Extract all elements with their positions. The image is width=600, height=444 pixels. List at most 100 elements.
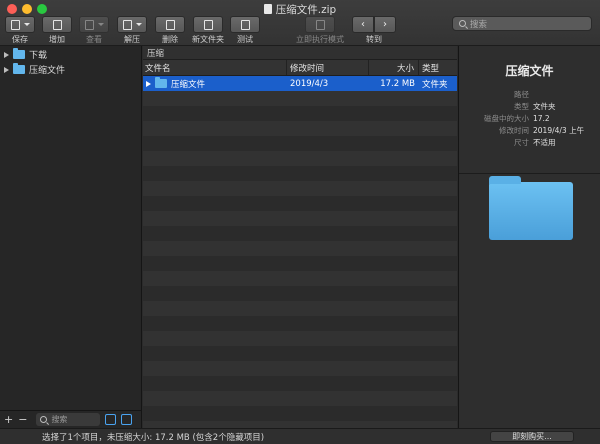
disclosure-triangle-icon[interactable]	[146, 80, 151, 87]
info-key: 磁盘中的大小	[484, 114, 529, 123]
search-icon	[459, 20, 466, 27]
extract-tool[interactable]: 解压	[116, 16, 148, 45]
delete-tool[interactable]: 删除	[154, 16, 186, 45]
row-modified: 2019/4/3	[290, 78, 329, 89]
new-folder-button[interactable]	[193, 16, 223, 33]
delete-label: 删除	[162, 35, 178, 44]
info-details: 压缩文件 路径 类型 文件夹 磁盘中的大小 17.2 修改时间 2019/4/3 上午…	[459, 62, 600, 174]
extract-label: 解压	[124, 35, 140, 44]
toolbar-search-input[interactable]: 搜索	[452, 16, 592, 31]
archive-toggle-icon[interactable]	[105, 414, 117, 425]
column-header: 文件名 修改时间 大小 类型	[143, 60, 457, 76]
view-tool[interactable]: 查看	[78, 16, 110, 45]
column-size[interactable]: 大小	[369, 60, 419, 75]
info-key: 尺寸	[514, 138, 529, 147]
chevron-down-icon	[97, 23, 104, 26]
goto-label: 转到	[366, 35, 382, 44]
row-name-cell: 压缩文件	[143, 77, 287, 90]
breadcrumb: 压缩	[143, 46, 457, 60]
add-button[interactable]	[42, 16, 72, 33]
chevron-down-icon	[135, 23, 142, 26]
info-value: 文件夹	[533, 102, 556, 111]
extract-icon	[122, 19, 132, 30]
column-name[interactable]: 文件名	[143, 60, 287, 75]
view-label: 查看	[86, 35, 102, 44]
info-row-path: 路径	[459, 89, 600, 101]
back-button[interactable]: ‹	[352, 16, 374, 33]
trash-icon	[165, 19, 175, 30]
disclosure-triangle-icon[interactable]	[4, 66, 9, 73]
window-title-text: 压缩文件.zip	[275, 4, 337, 16]
chevron-down-icon	[23, 23, 30, 26]
save-tool[interactable]: 保存	[4, 16, 36, 45]
folder-icon	[155, 77, 167, 88]
forward-button[interactable]: ›	[374, 16, 396, 33]
new-folder-icon	[203, 19, 213, 30]
info-row-kind: 类型 文件夹	[459, 101, 600, 113]
folder-preview-icon	[489, 176, 573, 240]
nav-group: ‹ ›	[350, 16, 398, 33]
lock-icon	[315, 19, 325, 30]
column-modified[interactable]: 修改时间	[287, 60, 369, 75]
test-label: 测试	[237, 35, 253, 44]
sidebar-footer: + − 搜索	[0, 410, 142, 428]
folder-icon	[13, 63, 25, 74]
settings-toggle-icon[interactable]	[121, 414, 133, 425]
info-row-modified: 修改时间 2019/4/3 上午	[459, 125, 600, 137]
delete-button[interactable]	[155, 16, 185, 33]
checkmark-icon	[240, 19, 250, 30]
new-folder-tool[interactable]: 新文件夹	[188, 16, 228, 45]
execute-now-label: 立即执行模式	[296, 35, 344, 44]
buy-now-button[interactable]: 即刻购买...	[490, 431, 574, 442]
sidebar-item-downloads[interactable]: 下载	[0, 47, 141, 62]
row-size: 17.2 MB	[380, 78, 415, 89]
save-button[interactable]	[5, 16, 35, 33]
sidebar-item-archive[interactable]: 压缩文件	[0, 62, 141, 77]
search-icon	[40, 416, 48, 423]
view-button[interactable]	[79, 16, 109, 33]
view-icon	[84, 19, 94, 30]
info-row-dimensions: 尺寸 不适用	[459, 137, 600, 149]
info-key: 修改时间	[499, 126, 529, 135]
info-row-disk-size: 磁盘中的大小 17.2	[459, 113, 600, 125]
sidebar-search-input[interactable]: 搜索	[36, 413, 101, 426]
sidebar-item-label: 压缩文件	[29, 66, 66, 76]
info-value: 2019/4/3 上午	[533, 126, 585, 135]
add-location-button[interactable]: +	[4, 414, 13, 425]
test-tool[interactable]: 测试	[229, 16, 261, 45]
info-value: 不适用	[533, 138, 556, 147]
folder-icon	[13, 48, 25, 59]
sidebar: 下载 压缩文件	[0, 46, 142, 410]
sidebar-item-label: 下载	[29, 51, 48, 61]
info-title: 压缩文件	[505, 64, 554, 78]
test-button[interactable]	[230, 16, 260, 33]
info-value: 17.2	[533, 114, 550, 123]
breadcrumb-item[interactable]: 压缩	[147, 47, 164, 59]
file-rows: 压缩文件 2019/4/3 17.2 MB 文件夹	[143, 76, 457, 428]
table-row[interactable]: 压缩文件 2019/4/3 17.2 MB 文件夹	[143, 76, 457, 91]
status-text: 选择了1个项目，未压缩大小: 17.2 MB (包含2个隐藏项目)	[42, 432, 265, 443]
goto-tool[interactable]: ‹ › 转到	[350, 16, 398, 45]
add-archive-icon	[52, 19, 62, 30]
status-bar: 选择了1个项目，未压缩大小: 17.2 MB (包含2个隐藏项目) 即刻购买..…	[0, 428, 600, 444]
new-folder-label: 新文件夹	[192, 35, 224, 44]
info-key: 路径	[514, 90, 529, 99]
document-icon	[263, 4, 272, 14]
execute-now-tool[interactable]: 立即执行模式	[292, 16, 348, 45]
add-label: 增加	[49, 35, 65, 44]
file-list-pane: 压缩 文件名 修改时间 大小 类型 压缩文件 2019/4/3 17.2 MB …	[143, 46, 457, 428]
disclosure-triangle-icon[interactable]	[4, 51, 9, 58]
window-chrome: 压缩文件.zip 保存 增加 查看 解压 删除 新文件夹 测试 立即执行模式 ‹…	[0, 0, 600, 46]
toolbar-search-placeholder: 搜索	[470, 19, 488, 30]
add-tool[interactable]: 增加	[41, 16, 73, 45]
save-label: 保存	[12, 35, 28, 44]
chevron-right-icon: ›	[383, 19, 387, 30]
remove-location-button[interactable]: −	[18, 414, 27, 425]
column-kind[interactable]: 类型	[419, 60, 457, 75]
row-name: 压缩文件	[171, 79, 206, 90]
info-key: 类型	[514, 102, 529, 111]
window-title: 压缩文件.zip	[0, 2, 600, 17]
chevron-left-icon: ‹	[361, 19, 365, 30]
extract-button[interactable]	[117, 16, 147, 33]
execute-now-button[interactable]	[305, 16, 335, 33]
